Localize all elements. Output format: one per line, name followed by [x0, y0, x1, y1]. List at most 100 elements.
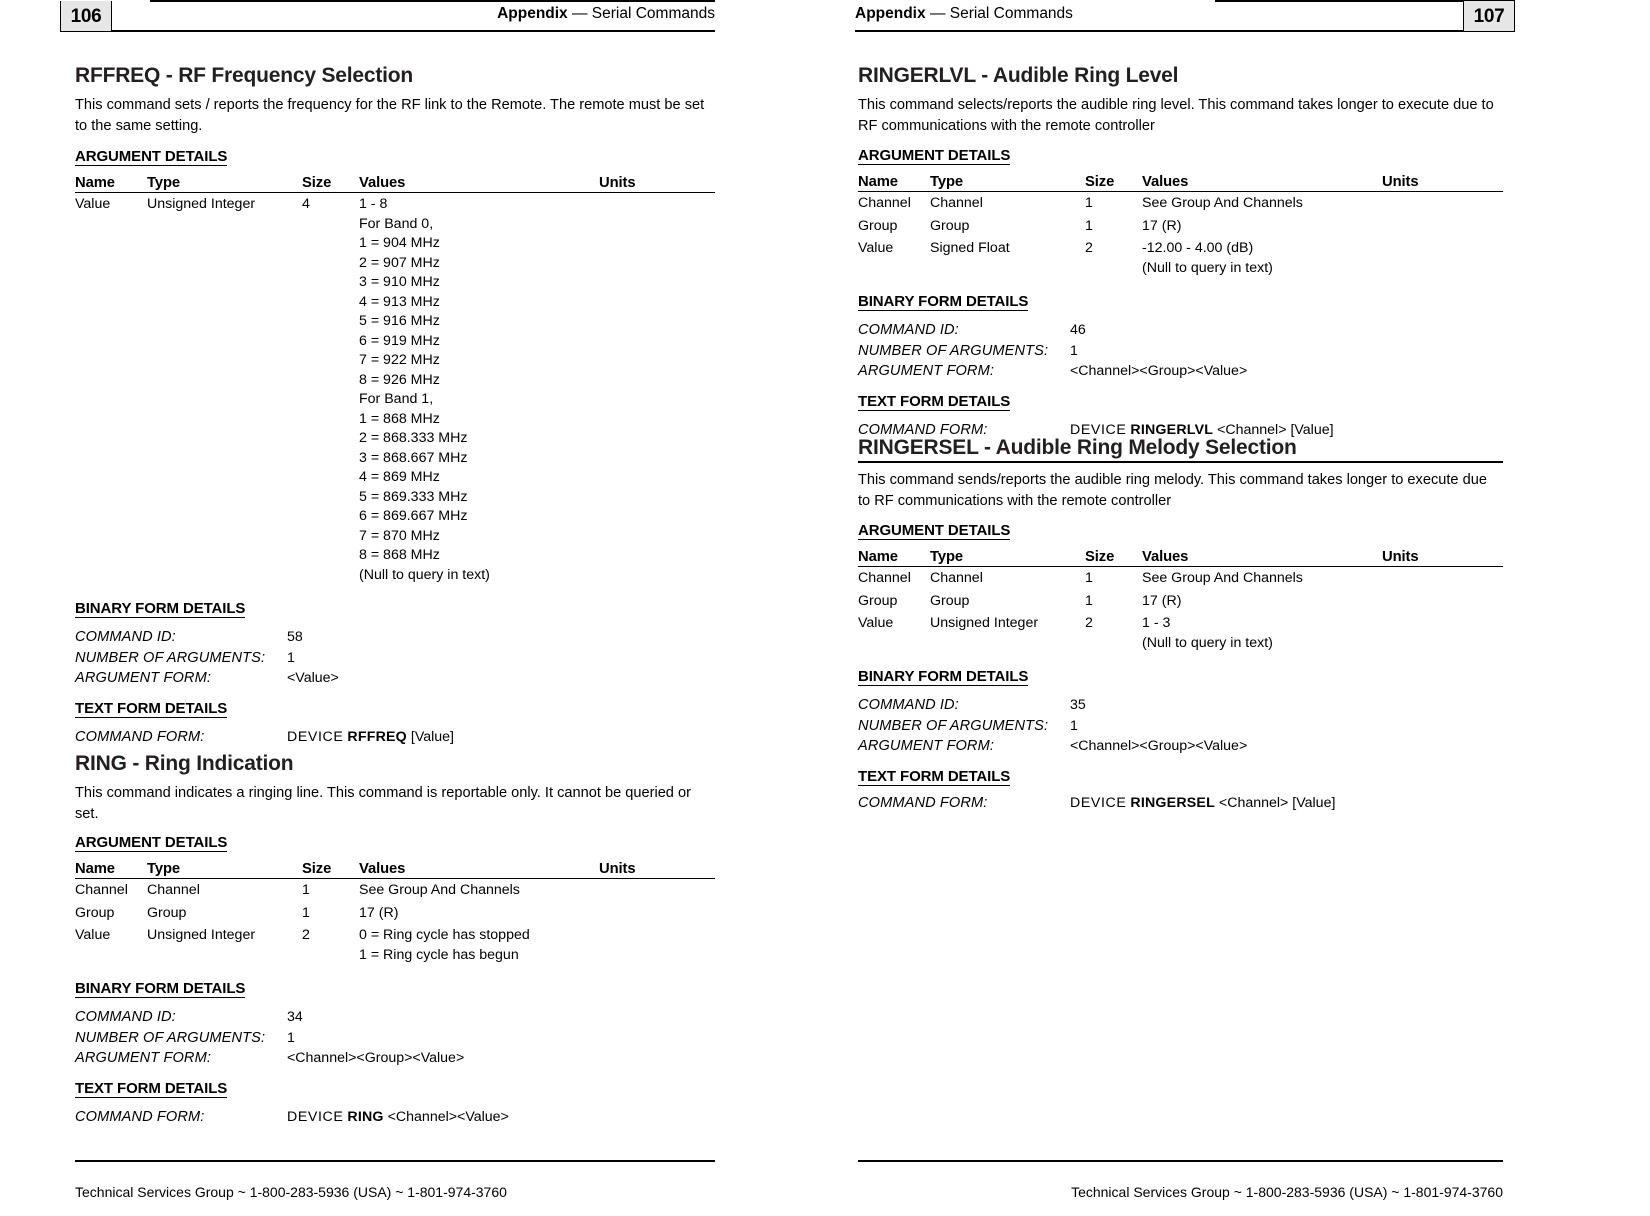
- command-form-key: COMMAND FORM:: [75, 728, 205, 745]
- command-arguments: <Channel> [Value]: [1218, 794, 1336, 811]
- footer-rule: [75, 1160, 715, 1162]
- table-row: Group Group 1 17 (R): [858, 215, 1503, 238]
- argument-details-table: Name Type Size Values Units Channel Chann…: [75, 861, 715, 966]
- section-heading: RINGERLVL - Audible Ring Level: [858, 64, 1179, 87]
- header-title: Appendix — Serial Commands: [855, 5, 1073, 23]
- value-line: See Group And Channels: [1142, 195, 1303, 211]
- col-header-values: Values: [359, 861, 599, 879]
- text-form-label: TEXT FORM DETAILS: [858, 392, 1011, 411]
- col-header-values: Values: [1142, 174, 1382, 192]
- table-row: Value Unsigned Integer 2 0 = Ring cycle has…: [75, 924, 715, 966]
- form-detail-value: <Channel><Group><Value>: [1070, 738, 1248, 754]
- argument-details-label: ARGUMENT DETAILS: [858, 147, 1011, 165]
- value-line: 3 = 910 MHz: [359, 274, 440, 290]
- command-form-value: DEVICE RFFREQ [Value]: [287, 727, 454, 748]
- cell-units: [599, 879, 715, 902]
- value-line: 8 = 926 MHz: [359, 371, 440, 388]
- table-body: Value Unsigned Integer 4 1 - 8 For Band 0…: [75, 193, 715, 587]
- cell-units: [599, 924, 715, 966]
- page-left: 106 Appendix — Serial Commands RFFREQ - …: [0, 0, 825, 1216]
- cell-type: Group: [930, 592, 970, 609]
- cell-units: [1382, 567, 1503, 590]
- footer-text: Technical Services Group ~ 1-800-283-593…: [75, 1184, 507, 1200]
- table-header-row: Name Type Size Values Units: [75, 175, 715, 193]
- cell-units: [599, 902, 715, 925]
- binary-form-list: COMMAND ID: 46 NUMBER OF ARGUMENTS: 1 ARGUME…: [858, 320, 1503, 382]
- cell-size: 1: [1085, 217, 1093, 234]
- value-line: 5 = 916 MHz: [359, 313, 440, 329]
- form-detail-value: <Channel><Group><Value>: [1070, 363, 1248, 379]
- cell-name: Channel: [858, 570, 911, 586]
- cell-type: Unsigned Integer: [147, 927, 256, 943]
- command-form-row: COMMAND FORM: DEVICE RING <Channel><Value…: [75, 1107, 715, 1128]
- value-line: (Null to query in text): [1142, 259, 1273, 276]
- section-heading: RINGERSEL - Audible Ring Melody Selectio…: [858, 436, 1503, 463]
- cell-name: Group: [858, 217, 898, 234]
- argument-details-label: ARGUMENT DETAILS: [75, 148, 228, 166]
- col-header-name: Name: [858, 549, 930, 567]
- cell-size: 1: [1085, 195, 1093, 211]
- command-device-keyword: DEVICE: [287, 728, 344, 745]
- page-spread: 106 Appendix — Serial Commands RFFREQ - …: [0, 0, 1650, 1216]
- cell-type: Unsigned Integer: [930, 615, 1039, 631]
- cell-values: 17 (R): [1142, 590, 1382, 613]
- form-detail-key: COMMAND ID:: [75, 1009, 176, 1025]
- table-row: Group Group 1 17 (R): [858, 590, 1503, 613]
- cell-units: [1382, 612, 1503, 654]
- form-detail-key: ARGUMENT FORM:: [858, 363, 994, 379]
- value-line: 0 = Ring cycle has stopped: [359, 927, 530, 943]
- table-body: Channel Channel 1 See Group And Channels Gro…: [858, 192, 1503, 280]
- form-detail-value: 34: [287, 1009, 303, 1025]
- form-detail-key: NUMBER OF ARGUMENTS:: [75, 1029, 266, 1046]
- col-header-units: Units: [599, 861, 715, 879]
- command-device-keyword: DEVICE: [287, 1108, 344, 1125]
- command-form-row: COMMAND FORM: DEVICE RINGERSEL <Channel> …: [858, 793, 1503, 814]
- page-number-badge: 107: [1463, 1, 1515, 31]
- table-body: Channel Channel 1 See Group And Channels Gro…: [75, 879, 715, 967]
- command-form-value: DEVICE RINGERSEL <Channel> [Value]: [1070, 793, 1335, 814]
- section-ringersel: RINGERSEL - Audible Ring Melody Selectio…: [858, 436, 1503, 813]
- text-form-list: COMMAND FORM: DEVICE RINGERSEL <Channel> …: [858, 793, 1503, 814]
- form-detail-row: COMMAND ID: 35: [858, 695, 1503, 716]
- cell-size: 1: [302, 904, 310, 921]
- form-detail-row: ARGUMENT FORM: <Value>: [75, 668, 715, 689]
- form-detail-key: COMMAND ID:: [75, 629, 176, 645]
- col-header-values: Values: [359, 175, 599, 193]
- form-detail-row: COMMAND ID: 58: [75, 627, 715, 648]
- form-detail-value: <Value>: [287, 670, 339, 686]
- value-line: For Band 0,: [359, 215, 434, 232]
- cell-type: Signed Float: [930, 240, 1010, 256]
- form-detail-key: COMMAND ID:: [858, 697, 959, 713]
- section-ring: RING - Ring Indication This command indi…: [75, 752, 715, 1127]
- table-row: Value Unsigned Integer 2 1 - 3 (Null to quer…: [858, 612, 1503, 654]
- value-line: 1 - 8: [359, 196, 388, 212]
- header-top-rule: [150, 0, 715, 2]
- form-detail-key: COMMAND ID:: [858, 322, 959, 338]
- header-title-rest: — Serial Commands: [572, 5, 715, 22]
- table-row: Group Group 1 17 (R): [75, 902, 715, 925]
- cell-type: Unsigned Integer: [147, 196, 256, 212]
- table-row: Value Unsigned Integer 4 1 - 8 For Band 0…: [75, 193, 715, 587]
- cell-values: See Group And Channels: [1142, 192, 1382, 215]
- form-detail-row: NUMBER OF ARGUMENTS: 1: [858, 716, 1503, 737]
- cell-name: Group: [858, 592, 898, 609]
- value-line: 2 = 907 MHz: [359, 254, 440, 271]
- form-detail-value: <Channel><Group><Value>: [287, 1050, 465, 1066]
- section-rffreq: RFFREQ - RF Frequency Selection This com…: [75, 64, 715, 747]
- table-row: Channel Channel 1 See Group And Channels: [858, 192, 1503, 215]
- form-detail-row: NUMBER OF ARGUMENTS: 1: [75, 1028, 715, 1049]
- cell-name: Value: [75, 927, 111, 943]
- cell-size: 1: [1085, 570, 1093, 586]
- text-form-label: TEXT FORM DETAILS: [858, 767, 1011, 786]
- cell-size: 2: [1085, 240, 1093, 256]
- binary-form-label: BINARY FORM DETAILS: [858, 668, 1029, 686]
- form-detail-value: 35: [1070, 697, 1086, 713]
- value-line: 17 (R): [359, 904, 399, 921]
- text-form-label: TEXT FORM DETAILS: [75, 1079, 228, 1098]
- header-rule: [60, 30, 715, 32]
- header-title-bold: Appendix: [855, 5, 926, 22]
- col-header-name: Name: [858, 174, 930, 192]
- col-header-size: Size: [302, 861, 359, 879]
- cell-name: Channel: [75, 882, 128, 898]
- footer-right: Technical Services Group ~ 1-800-283-593…: [858, 1160, 1503, 1216]
